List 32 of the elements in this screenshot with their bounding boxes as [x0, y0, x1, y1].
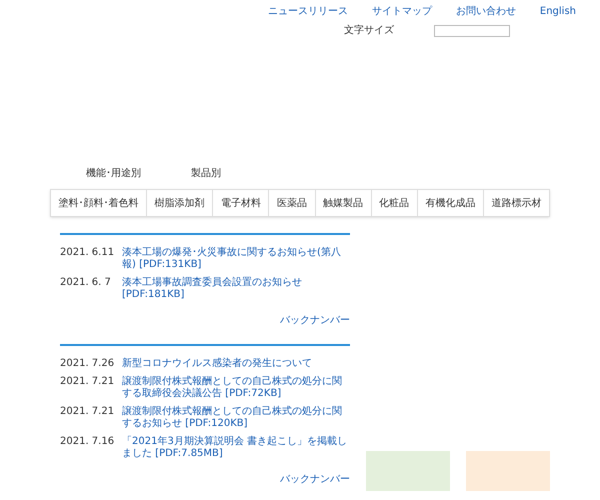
category-item[interactable]: 樹脂添加剤: [146, 190, 212, 216]
news-date: 2021. 7.21: [60, 406, 116, 419]
news-link[interactable]: 譲渡制限付株式報酬としての自己株式の処分に関するお知らせ [PDF:120KB]: [122, 406, 350, 430]
back-number-link[interactable]: バックナンバー: [280, 472, 350, 487]
category-item[interactable]: 塗料･顔料･着色料: [51, 190, 146, 216]
header-link[interactable]: English: [540, 4, 576, 19]
category-tab[interactable]: 製品別: [191, 166, 221, 181]
category-item[interactable]: 電子材料: [212, 190, 268, 216]
header-link[interactable]: サイトマップ: [372, 4, 432, 19]
news-date: 2021. 7.16: [60, 436, 116, 449]
news-link[interactable]: 「2021年3月期決算説明会 書き起こし」を掲載しました [PDF:7.85MB]: [122, 436, 350, 460]
header-link[interactable]: お問い合わせ: [456, 4, 516, 19]
font-size-label: 文字サイズ: [344, 24, 394, 38]
back-number-link[interactable]: バックナンバー: [280, 313, 350, 328]
news-date: 2021. 7.26: [60, 358, 116, 370]
header-link[interactable]: ニュースリリース: [268, 4, 348, 19]
news-link[interactable]: 湊本工場の爆発･火災事故に関するお知らせ(第八報) [PDF:131KB]: [122, 247, 350, 271]
banner-panel[interactable]: [466, 451, 550, 491]
news-date: 2021. 6. 7: [60, 277, 112, 290]
banner-panel[interactable]: [366, 451, 450, 491]
news-date: 2021. 7.21: [60, 376, 116, 389]
category-item[interactable]: 触媒製品: [314, 190, 371, 216]
font-size-field[interactable]: [434, 24, 510, 36]
news-link[interactable]: 湊本工場事故調査委員会設置のお知らせ[PDF:181KB]: [122, 277, 350, 301]
category-item[interactable]: 道路標示材: [482, 190, 549, 216]
news-link[interactable]: 譲渡制限付株式報酬としての自己株式の処分に関する取締役会決議公告 [PDF:72KB]: [122, 376, 350, 400]
category-item[interactable]: 医薬品: [268, 190, 314, 216]
category-item[interactable]: 有機化成品: [416, 190, 483, 216]
news-link[interactable]: 新型コロナウイルス感染者の発生について: [122, 358, 312, 370]
news-date: 2021. 6.11: [60, 247, 116, 260]
category-tab[interactable]: 機能･用途別: [86, 166, 141, 181]
category-item[interactable]: 化粧品: [370, 190, 417, 216]
